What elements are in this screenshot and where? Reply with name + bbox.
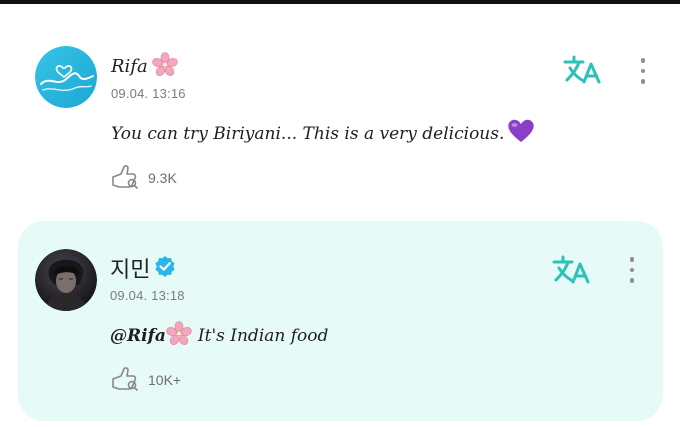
cherry-blossom-emoji <box>151 52 178 81</box>
purple-heart-emoji <box>506 118 536 149</box>
comment-body: You can try Biriyani... This is a very d… <box>111 123 505 144</box>
timestamp: 09.04. 13:18 <box>110 288 185 303</box>
translate-button[interactable] <box>551 254 591 286</box>
mention-link[interactable]: @Rifa <box>110 321 192 350</box>
more-vertical-icon <box>629 257 635 262</box>
translate-button[interactable] <box>562 54 602 86</box>
comment-body: It's Indian food <box>197 325 329 346</box>
comment-text: @Rifa It's Indian food <box>110 321 328 350</box>
mention-text: @Rifa <box>110 325 166 346</box>
like-count: 10K+ <box>148 371 182 388</box>
author-row: Rifa <box>111 52 178 81</box>
more-vertical-icon <box>640 58 646 63</box>
translate-icon <box>552 255 590 284</box>
like-row[interactable]: 10K+ <box>110 365 181 394</box>
avatar-image <box>35 249 97 311</box>
like-hand-icon[interactable] <box>110 163 140 192</box>
translate-icon <box>563 55 601 84</box>
author-row: 지민 <box>110 252 176 284</box>
like-row[interactable]: 9.3K <box>110 163 177 192</box>
comment-card: Rifa 09.04. 13:16 You can try Biriyani..… <box>0 4 680 214</box>
like-count: 9.3K <box>148 169 177 186</box>
comment-card-highlighted: 지민 09.04. 13:18 @Rifa It's Indian food 1… <box>18 221 663 421</box>
like-hand-icon[interactable] <box>110 365 140 394</box>
author-name[interactable]: 지민 <box>110 252 150 284</box>
more-options-button[interactable] <box>625 254 639 286</box>
timestamp: 09.04. 13:16 <box>111 86 186 101</box>
more-options-button[interactable] <box>636 55 650 87</box>
comment-text: You can try Biriyani... This is a very d… <box>111 118 536 149</box>
verified-badge-icon <box>154 255 176 282</box>
author-name[interactable]: Rifa <box>111 56 148 77</box>
cherry-blossom-emoji <box>166 321 192 350</box>
avatar-image <box>35 46 97 108</box>
avatar[interactable] <box>35 249 97 311</box>
avatar[interactable] <box>35 46 97 108</box>
